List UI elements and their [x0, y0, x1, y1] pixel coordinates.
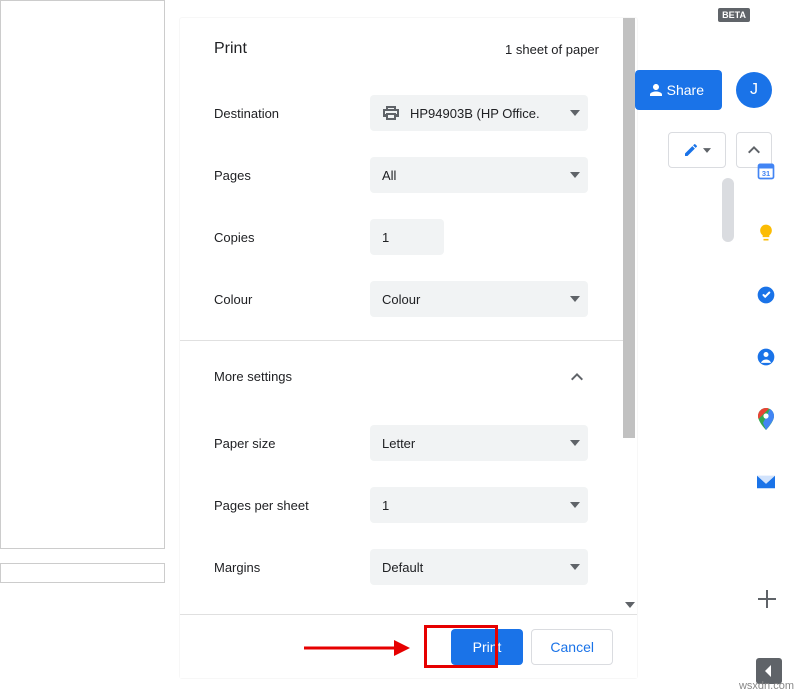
- caret-down-icon: [625, 602, 635, 612]
- avatar[interactable]: J: [736, 72, 772, 108]
- dialog-scrollbar-thumb[interactable]: [623, 18, 635, 438]
- add-addon-button[interactable]: [756, 588, 778, 610]
- caret-down-icon: [570, 110, 580, 116]
- destination-select[interactable]: HP94903B (HP Office.: [370, 95, 588, 131]
- copies-label: Copies: [214, 230, 370, 245]
- browser-extensions-area: BETA: [718, 0, 800, 30]
- caret-down-icon: [570, 502, 580, 508]
- more-settings-label: More settings: [214, 369, 571, 384]
- pages-per-sheet-select[interactable]: 1: [370, 487, 588, 523]
- sheet-count: 1 sheet of paper: [505, 42, 599, 57]
- paper-size-value: Letter: [382, 436, 570, 451]
- content-scrollbar[interactable]: [722, 178, 734, 618]
- share-button-label: Share: [667, 82, 704, 98]
- page-preview-thumb: [0, 563, 165, 583]
- dialog-title: Print: [214, 40, 247, 58]
- colour-select[interactable]: Colour: [370, 281, 588, 317]
- more-settings-toggle[interactable]: More settings: [180, 341, 629, 412]
- pages-per-sheet-label: Pages per sheet: [214, 498, 370, 513]
- print-options-panel: Print 1 sheet of paper Destination HP949…: [180, 18, 637, 598]
- addon-icon[interactable]: [755, 470, 777, 492]
- svg-text:31: 31: [762, 169, 770, 178]
- caret-down-icon: [570, 564, 580, 570]
- chevron-up-icon: [748, 146, 760, 154]
- destination-label: Destination: [214, 106, 370, 121]
- person-icon: [647, 81, 665, 99]
- caret-down-icon: [703, 148, 711, 153]
- pencil-icon: [683, 142, 699, 158]
- pages-select[interactable]: All: [370, 157, 588, 193]
- pages-per-sheet-value: 1: [382, 498, 570, 513]
- colour-value: Colour: [382, 292, 570, 307]
- calendar-icon[interactable]: 31: [755, 160, 777, 182]
- tasks-icon[interactable]: [755, 284, 777, 306]
- pages-value: All: [382, 168, 570, 183]
- keep-icon[interactable]: [755, 222, 777, 244]
- caret-down-icon: [570, 440, 580, 446]
- dialog-footer: Print Cancel: [180, 614, 637, 678]
- caret-down-icon: [570, 296, 580, 302]
- beta-badge: BETA: [718, 8, 750, 22]
- page-preview-thumb: [0, 0, 165, 549]
- printer-icon: [382, 105, 400, 121]
- margins-value: Default: [382, 560, 570, 575]
- destination-value: HP94903B (HP Office.: [410, 106, 570, 121]
- print-dialog: Print 1 sheet of paper Destination HP949…: [180, 18, 637, 678]
- watermark: wsxdn.com: [739, 680, 794, 692]
- margins-label: Margins: [214, 560, 370, 575]
- margins-select[interactable]: Default: [370, 549, 588, 585]
- copies-input[interactable]: [370, 219, 444, 255]
- paper-size-label: Paper size: [214, 436, 370, 451]
- contacts-icon[interactable]: [755, 346, 777, 368]
- editing-mode-button[interactable]: [668, 132, 726, 168]
- preview-pane: [0, 0, 180, 560]
- print-button[interactable]: Print: [451, 629, 524, 665]
- avatar-letter: J: [750, 81, 758, 99]
- cancel-button[interactable]: Cancel: [531, 629, 613, 665]
- pages-label: Pages: [214, 168, 370, 183]
- maps-icon[interactable]: [755, 408, 777, 430]
- share-button[interactable]: Share: [635, 70, 722, 110]
- caret-down-icon: [570, 172, 580, 178]
- paper-size-select[interactable]: Letter: [370, 425, 588, 461]
- colour-label: Colour: [214, 292, 370, 307]
- chevron-up-icon: [571, 373, 583, 381]
- content-scrollbar-thumb[interactable]: [722, 178, 734, 242]
